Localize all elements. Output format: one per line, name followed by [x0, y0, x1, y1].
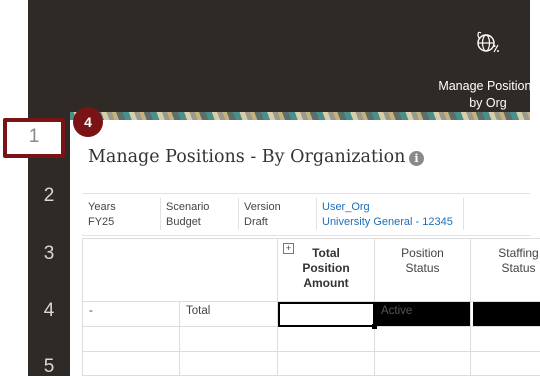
pov-bar: Years FY25 Scenario Budget Version Draft… — [82, 193, 530, 236]
col-header-line: Total — [312, 246, 340, 260]
pov-scenario-label: Scenario — [166, 201, 210, 213]
col-header-label: Position Status — [375, 246, 470, 276]
left-margin — [0, 0, 28, 376]
pov-version[interactable]: Version Draft — [244, 200, 281, 230]
pov-years[interactable]: Years FY25 — [88, 200, 116, 230]
data-grid: + Total Position Amount Position Status … — [82, 238, 540, 376]
col-header-line: Status — [501, 261, 536, 275]
col-header-line: Staffing — [498, 246, 539, 260]
col-header-label: Total Position Amount — [278, 246, 374, 291]
row-number-4: 4 — [43, 300, 55, 321]
grid-cell[interactable] — [180, 352, 278, 376]
tile-label: Manage Positions by Org — [430, 78, 540, 112]
tile-label-line2: by Org — [469, 96, 507, 110]
pov-version-label: Version — [244, 201, 281, 213]
pov-org[interactable]: User_Org University General - 12345 — [322, 200, 453, 230]
page-title: Manage Positions - By Organization — [88, 147, 406, 167]
col-header-line: Position — [302, 261, 350, 275]
pov-version-value: Draft — [244, 216, 268, 228]
position-status-cell[interactable]: Active — [375, 302, 471, 327]
col-header-total-position-amount[interactable]: + Total Position Amount — [278, 238, 375, 302]
grid-cell[interactable] — [278, 352, 375, 376]
fill-handle[interactable] — [372, 324, 377, 329]
info-icon[interactable]: i — [409, 151, 424, 166]
row-number-3: 3 — [43, 243, 55, 264]
pov-years-label: Years — [88, 201, 116, 213]
grid-cell[interactable] — [82, 327, 180, 352]
row-label-cell[interactable]: - — [82, 302, 180, 327]
col-header-position-status[interactable]: Position Status — [375, 238, 471, 302]
pov-org-label: User_Org — [322, 201, 370, 213]
pov-divider — [160, 198, 161, 230]
grid-cell[interactable] — [180, 327, 278, 352]
step-badge: 4 — [73, 107, 103, 137]
pov-scenario[interactable]: Scenario Budget — [166, 200, 209, 230]
grid-cell[interactable] — [375, 327, 471, 352]
pov-org-value: University General - 12345 — [322, 216, 453, 228]
grid-cell[interactable] — [375, 352, 471, 376]
row-label-cell[interactable]: Total — [180, 302, 278, 327]
app-header: Manage Positions by Org — [28, 0, 538, 113]
row-number-2: 2 — [43, 185, 55, 206]
manage-positions-tile[interactable]: Manage Positions by Org — [430, 28, 540, 112]
grid-corner — [82, 238, 278, 302]
pov-divider — [463, 198, 464, 230]
row-number-5: 5 — [43, 356, 55, 377]
col-header-line: Position — [401, 246, 444, 260]
pov-divider — [238, 198, 239, 230]
highlighted-row-number-1: 1 — [3, 118, 65, 158]
staffing-status-cell[interactable] — [471, 302, 540, 327]
col-header-line: Status — [405, 261, 440, 275]
globe-icon — [473, 28, 503, 58]
grid-cell[interactable] — [82, 352, 180, 376]
pov-years-value: FY25 — [88, 216, 115, 228]
row-number-1: 1 — [28, 126, 40, 147]
pov-divider — [316, 198, 317, 230]
grid-cell[interactable] — [278, 327, 375, 352]
grid-cell[interactable] — [471, 327, 540, 352]
col-header-line: Amount — [303, 276, 349, 290]
tile-label-line1: Manage Positions — [438, 79, 538, 93]
decorative-banner — [70, 112, 530, 120]
col-header-staffing-status[interactable]: Staffing Status — [471, 238, 540, 302]
selected-amount-cell[interactable] — [278, 302, 375, 327]
pov-scenario-value: Budget — [166, 216, 201, 228]
col-header-label: Staffing Status — [471, 246, 540, 276]
grid-cell[interactable] — [471, 352, 540, 376]
